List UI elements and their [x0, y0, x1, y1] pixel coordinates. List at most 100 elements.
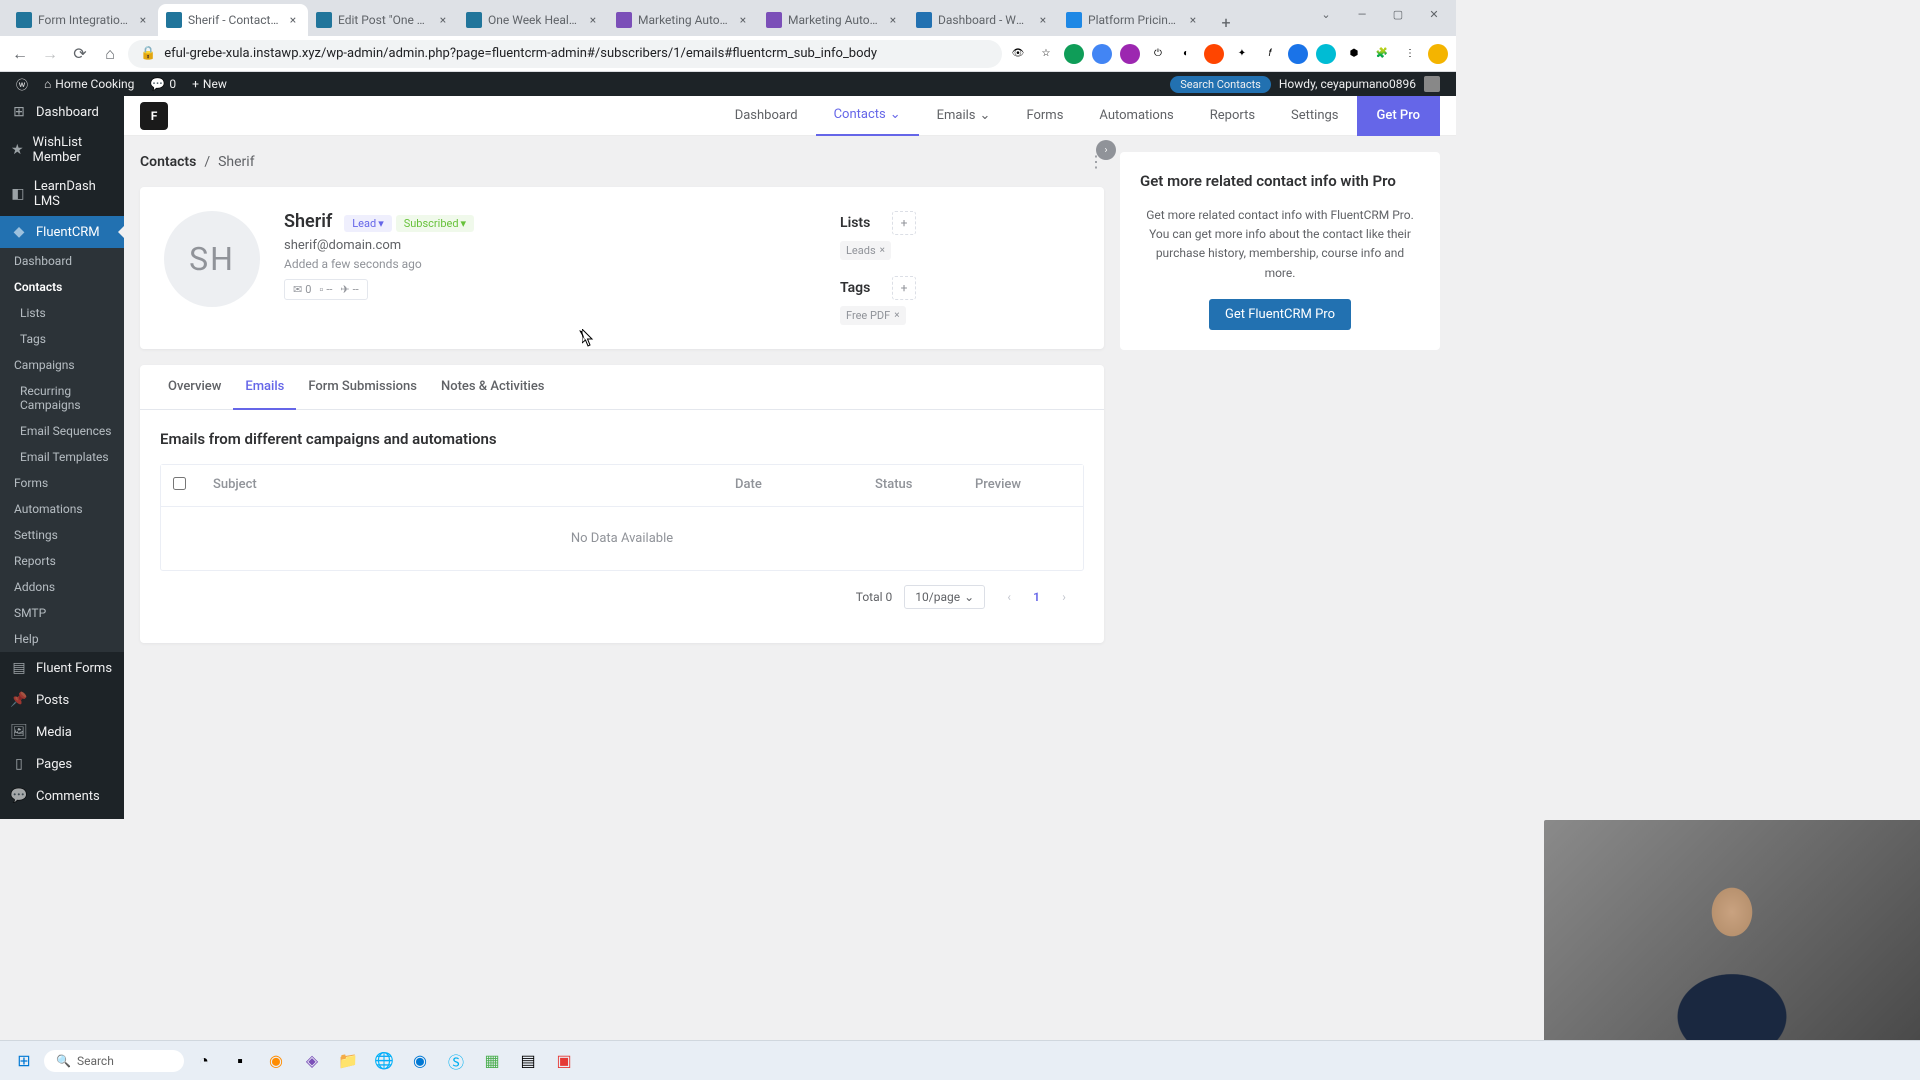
- perpage-select[interactable]: 10/page⌄: [904, 585, 985, 609]
- start-button[interactable]: ⊞: [8, 1045, 40, 1077]
- ext-icon[interactable]: [1316, 44, 1336, 64]
- get-pro-button[interactable]: Get Pro: [1357, 96, 1440, 136]
- back-button[interactable]: ←: [8, 42, 32, 66]
- submenu-settings[interactable]: Settings: [0, 522, 124, 548]
- sidebar-item-media[interactable]: 🖼Media: [0, 716, 124, 748]
- maximize-icon[interactable]: ▢: [1384, 4, 1412, 24]
- submenu-contacts[interactable]: Contacts: [0, 274, 124, 300]
- ext-icon[interactable]: ◐: [1176, 44, 1196, 64]
- nav-dashboard[interactable]: Dashboard: [717, 96, 816, 136]
- add-tag-button[interactable]: +: [892, 276, 916, 300]
- nav-reports[interactable]: Reports: [1192, 96, 1273, 136]
- tab-notes[interactable]: Notes & Activities: [429, 365, 557, 409]
- page-number[interactable]: 1: [1033, 590, 1040, 604]
- select-all-checkbox[interactable]: [173, 477, 186, 490]
- browser-tab[interactable]: Edit Post "One Week He×: [308, 4, 458, 36]
- ext-icon[interactable]: [1288, 44, 1308, 64]
- tab-overview[interactable]: Overview: [156, 365, 233, 409]
- close-icon[interactable]: ×: [436, 13, 450, 27]
- submenu-forms[interactable]: Forms: [0, 470, 124, 496]
- taskbar-app[interactable]: ◈: [296, 1045, 328, 1077]
- browser-tab[interactable]: Sherif - Contact - Fluent×: [158, 4, 308, 36]
- submenu-help[interactable]: Help: [0, 626, 124, 652]
- close-icon[interactable]: ×: [286, 13, 300, 27]
- add-list-button[interactable]: +: [892, 211, 916, 235]
- taskbar-app[interactable]: ▤: [512, 1045, 544, 1077]
- submenu-tags[interactable]: Tags: [0, 326, 124, 352]
- taskbar-app[interactable]: ◔: [188, 1045, 220, 1077]
- submenu-dashboard[interactable]: Dashboard: [0, 248, 124, 274]
- search-contacts-button[interactable]: Search Contacts: [1170, 76, 1271, 93]
- nav-contacts[interactable]: Contacts⌄: [816, 96, 919, 136]
- browser-tab[interactable]: One Week Healthy & Ba×: [458, 4, 608, 36]
- close-window-icon[interactable]: ✕: [1420, 4, 1448, 24]
- submenu-addons[interactable]: Addons: [0, 574, 124, 600]
- tab-emails[interactable]: Emails: [233, 365, 296, 410]
- submenu-smtp[interactable]: SMTP: [0, 600, 124, 626]
- wp-logo[interactable]: ⓦ: [8, 72, 36, 96]
- new-link[interactable]: +New: [184, 72, 235, 96]
- site-link[interactable]: ⌂Home Cooking: [36, 72, 142, 96]
- submenu-campaigns[interactable]: Campaigns: [0, 352, 124, 378]
- prev-page-button[interactable]: ‹: [997, 585, 1021, 609]
- sidebar-item-pages[interactable]: ▯Pages: [0, 748, 124, 780]
- taskbar-edge[interactable]: ◉: [404, 1045, 436, 1077]
- ext-icon[interactable]: 𝑓: [1260, 44, 1280, 64]
- ext-icon[interactable]: [1064, 44, 1084, 64]
- status-badge[interactable]: Subscribed▾: [396, 215, 474, 232]
- sidebar-item-comments[interactable]: 💬Comments: [0, 780, 124, 812]
- next-page-button[interactable]: ›: [1052, 585, 1076, 609]
- browser-tab[interactable]: Marketing Automation F×: [608, 4, 758, 36]
- bookmark-icon[interactable]: ☆: [1036, 44, 1056, 64]
- submenu-reports[interactable]: Reports: [0, 548, 124, 574]
- reload-button[interactable]: ⟳: [68, 42, 92, 66]
- taskbar-app[interactable]: ▣: [548, 1045, 580, 1077]
- taskbar-skype[interactable]: Ⓢ: [440, 1045, 472, 1077]
- remove-icon[interactable]: ×: [894, 310, 899, 321]
- sidebar-item-learndash[interactable]: ◧LearnDash LMS: [0, 172, 124, 216]
- sidebar-item-fluentforms[interactable]: ▤Fluent Forms: [0, 652, 124, 684]
- sidebar-item-dashboard[interactable]: ⊞Dashboard: [0, 96, 124, 128]
- taskbar-chrome[interactable]: 🌐: [368, 1045, 400, 1077]
- nav-emails[interactable]: Emails⌄: [919, 96, 1009, 136]
- tab-form-submissions[interactable]: Form Submissions: [296, 365, 429, 409]
- browser-tab[interactable]: Dashboard - WP Manag×: [908, 4, 1058, 36]
- app-logo[interactable]: F: [140, 102, 168, 130]
- sidebar-item-appearance[interactable]: 🖌Appearance: [0, 812, 124, 819]
- ext-icon[interactable]: 👁: [1008, 44, 1028, 64]
- lead-badge[interactable]: Lead▾: [344, 215, 391, 232]
- menu-icon[interactable]: ⋮: [1400, 44, 1420, 64]
- forward-button[interactable]: →: [38, 42, 62, 66]
- ext-icon[interactable]: ⏻: [1148, 44, 1168, 64]
- taskbar-app[interactable]: ▪: [224, 1045, 256, 1077]
- chevron-down-icon[interactable]: ⌄: [1312, 4, 1340, 24]
- submenu-sequences[interactable]: Email Sequences: [0, 418, 124, 444]
- sidebar-item-posts[interactable]: 📌Posts: [0, 684, 124, 716]
- ext-icon[interactable]: ⬢: [1344, 44, 1364, 64]
- ext-icon[interactable]: [1092, 44, 1112, 64]
- browser-tab[interactable]: Marketing Automation×: [758, 4, 908, 36]
- taskbar-search[interactable]: 🔍Search: [44, 1050, 184, 1072]
- taskbar-app[interactable]: ▦: [476, 1045, 508, 1077]
- close-icon[interactable]: ×: [1036, 13, 1050, 27]
- sidebar-item-wishlist[interactable]: ★WishList Member: [0, 128, 124, 172]
- howdy-link[interactable]: Howdy, ceyapumano0896: [1271, 76, 1448, 92]
- close-icon[interactable]: ×: [736, 13, 750, 27]
- extensions-icon[interactable]: 🧩: [1372, 44, 1392, 64]
- ext-icon[interactable]: [1120, 44, 1140, 64]
- submenu-recurring[interactable]: Recurring Campaigns: [0, 378, 124, 418]
- close-panel-icon[interactable]: ›: [1096, 140, 1116, 160]
- taskbar-app[interactable]: 📁: [332, 1045, 364, 1077]
- new-tab-button[interactable]: +: [1212, 8, 1240, 36]
- nav-settings[interactable]: Settings: [1273, 96, 1356, 136]
- comments-link[interactable]: 💬0: [142, 72, 184, 96]
- profile-avatar[interactable]: [1428, 44, 1448, 64]
- get-pro-cta-button[interactable]: Get FluentCRM Pro: [1209, 299, 1351, 330]
- browser-tab[interactable]: Form Integrations - Flue×: [8, 4, 158, 36]
- submenu-lists[interactable]: Lists: [0, 300, 124, 326]
- taskbar-app[interactable]: ◉: [260, 1045, 292, 1077]
- close-icon[interactable]: ×: [886, 13, 900, 27]
- sidebar-item-fluentcrm[interactable]: ◆FluentCRM: [0, 216, 124, 248]
- close-icon[interactable]: ×: [1186, 13, 1200, 27]
- browser-tab[interactable]: Platform Pricing & Feat×: [1058, 4, 1208, 36]
